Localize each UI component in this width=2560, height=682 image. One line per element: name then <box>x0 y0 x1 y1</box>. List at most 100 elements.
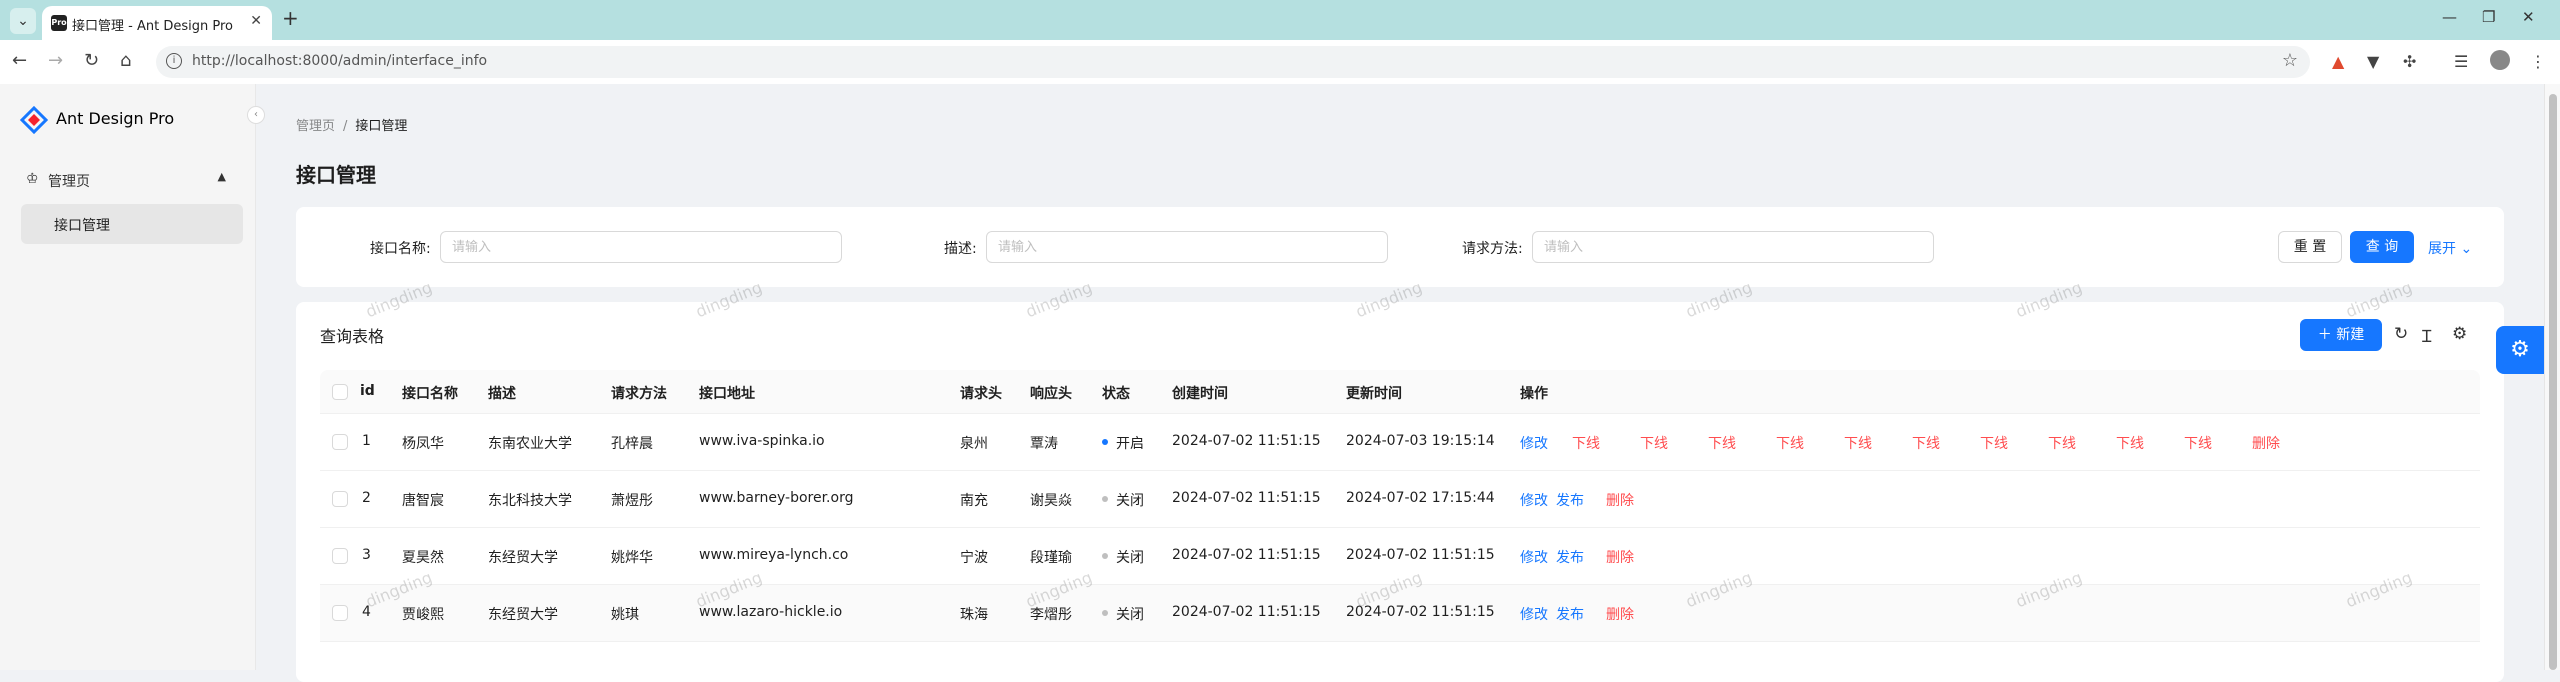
offline-link[interactable]: 下线 <box>1572 433 1600 453</box>
tab-close-icon[interactable]: ✕ <box>250 13 262 29</box>
extensions-puzzle-icon[interactable]: ✣ <box>2403 52 2416 71</box>
edit-link[interactable]: 修改 <box>1520 433 1548 453</box>
cell-url: www.barney-borer.org <box>699 490 854 506</box>
tab-search-button[interactable]: ⌄ <box>10 8 36 34</box>
page-title: 接口管理 <box>296 163 376 187</box>
new-label: 新建 <box>2336 327 2365 343</box>
settings-drawer-icon[interactable]: ⚙ <box>2496 326 2544 374</box>
new-button[interactable]: ＋ 新建 <box>2300 319 2382 351</box>
reset-button[interactable]: 重 置 <box>2278 231 2342 263</box>
cell-updated: 2024-07-02 11:51:15 <box>1346 604 1495 620</box>
browser-tab-bar: ⌄ Pro 接口管理 - Ant Design Pro ✕ + — ❐ ✕ <box>0 0 2560 40</box>
publish-link[interactable]: 发布 <box>1556 604 1584 624</box>
breadcrumb: 管理页 / 接口管理 <box>296 115 407 134</box>
menu-group-label: 管理页 <box>48 174 90 190</box>
reading-list-icon[interactable]: ☰ <box>2454 52 2468 71</box>
ant-design-logo-icon <box>20 106 48 134</box>
offline-link[interactable]: 下线 <box>1912 433 1940 453</box>
maximize-icon[interactable]: ❐ <box>2482 8 2495 26</box>
cell-response-header: 李熠彤 <box>1030 607 1072 623</box>
column-header: 请求方法 <box>611 386 667 402</box>
reload-icon[interactable]: ↻ <box>84 50 99 71</box>
cell-request-header: 宁波 <box>960 550 988 566</box>
extension-icon[interactable]: ▼ <box>2367 52 2379 71</box>
offline-link[interactable]: 下线 <box>1980 433 2008 453</box>
profile-avatar-icon[interactable] <box>2490 50 2510 70</box>
cell-created: 2024-07-02 11:51:15 <box>1172 490 1321 506</box>
logo-text: Ant Design Pro <box>56 109 175 128</box>
name-input[interactable] <box>440 231 842 263</box>
cell-method: 姚烨华 <box>611 550 653 566</box>
cell-id: 1 <box>362 433 371 449</box>
site-info-icon[interactable]: i <box>166 53 182 69</box>
cell-method: 姚琪 <box>611 607 639 623</box>
cell-desc: 东北科技大学 <box>488 493 572 509</box>
row-checkbox[interactable] <box>332 491 348 507</box>
sidebar-item-interface[interactable]: 接口管理 <box>21 204 243 244</box>
edit-link[interactable]: 修改 <box>1520 547 1548 567</box>
status-text: 开启 <box>1116 436 1144 452</box>
cell-method: 萧煜彤 <box>611 493 653 509</box>
cell-request-header: 南充 <box>960 493 988 509</box>
status-dot-icon <box>1102 553 1108 559</box>
delete-link[interactable]: 删除 <box>1606 604 1634 624</box>
desc-input[interactable] <box>986 231 1388 263</box>
cell-created: 2024-07-02 11:51:15 <box>1172 604 1321 620</box>
chevron-down-icon: ⌄ <box>2460 241 2473 257</box>
sidebar-item-label: 接口管理 <box>54 218 110 234</box>
page-scrollbar[interactable] <box>2544 84 2560 670</box>
delete-link[interactable]: 删除 <box>1606 547 1634 567</box>
back-icon[interactable]: ← <box>12 50 27 71</box>
column-header: 响应头 <box>1030 386 1072 402</box>
cell-name: 唐智宸 <box>402 493 444 509</box>
home-icon[interactable]: ⌂ <box>120 50 131 71</box>
setting-icon[interactable]: ⚙ <box>2452 324 2467 344</box>
column-height-icon[interactable]: Ɪ <box>2422 324 2431 347</box>
sider-collapse-icon[interactable]: ‹ <box>247 106 265 124</box>
offline-link[interactable]: 下线 <box>1640 433 1668 453</box>
row-checkbox[interactable] <box>332 605 348 621</box>
url-text[interactable]: http://localhost:8000/admin/interface_in… <box>192 53 487 69</box>
breadcrumb-current: 接口管理 <box>355 119 408 134</box>
offline-link[interactable]: 下线 <box>1776 433 1804 453</box>
offline-link[interactable]: 下线 <box>2048 433 2076 453</box>
status-text: 关闭 <box>1116 550 1144 566</box>
edit-link[interactable]: 修改 <box>1520 490 1548 510</box>
bookmark-star-icon[interactable]: ☆ <box>2282 50 2298 71</box>
method-input[interactable] <box>1532 231 1934 263</box>
row-checkbox[interactable] <box>332 434 348 450</box>
menu-group-admin[interactable]: ♔ 管理页 ▲ <box>16 162 240 198</box>
edit-link[interactable]: 修改 <box>1520 604 1548 624</box>
field-label-name: 接口名称: <box>370 241 431 257</box>
cell-status: 关闭 <box>1102 604 1144 624</box>
select-all-checkbox[interactable] <box>332 384 348 400</box>
forward-icon[interactable]: → <box>48 50 63 71</box>
status-text: 关闭 <box>1116 607 1144 623</box>
delete-link[interactable]: 删除 <box>2252 433 2280 453</box>
delete-link[interactable]: 删除 <box>1606 490 1634 510</box>
address-bar[interactable]: i http://localhost:8000/admin/interface_… <box>156 46 2310 78</box>
window-close-icon[interactable]: ✕ <box>2522 8 2535 26</box>
minimize-icon[interactable]: — <box>2442 8 2457 26</box>
column-header: 创建时间 <box>1172 386 1228 402</box>
query-button[interactable]: 查 询 <box>2350 231 2414 263</box>
offline-link[interactable]: 下线 <box>1844 433 1872 453</box>
reload-icon[interactable]: ↻ <box>2394 324 2408 344</box>
extension-icon[interactable]: ▲ <box>2332 52 2344 71</box>
cell-url: www.mireya-lynch.co <box>699 547 849 563</box>
publish-link[interactable]: 发布 <box>1556 490 1584 510</box>
browser-tab[interactable]: Pro 接口管理 - Ant Design Pro ✕ <box>42 6 272 40</box>
expand-link[interactable]: 展开 ⌄ <box>2428 238 2472 258</box>
cell-response-header: 谢昊焱 <box>1030 493 1072 509</box>
offline-link[interactable]: 下线 <box>2116 433 2144 453</box>
column-header: 接口地址 <box>699 386 755 402</box>
publish-link[interactable]: 发布 <box>1556 547 1584 567</box>
scrollbar-thumb[interactable] <box>2549 94 2557 670</box>
offline-link[interactable]: 下线 <box>2184 433 2212 453</box>
breadcrumb-item[interactable]: 管理页 <box>296 119 335 134</box>
offline-link[interactable]: 下线 <box>1708 433 1736 453</box>
new-tab-icon[interactable]: + <box>282 6 299 30</box>
browser-menu-icon[interactable]: ⋮ <box>2530 52 2546 71</box>
row-checkbox[interactable] <box>332 548 348 564</box>
search-form: 接口名称: 描述: 请求方法: 重 置 查 询 展开 ⌄ <box>296 207 2504 287</box>
